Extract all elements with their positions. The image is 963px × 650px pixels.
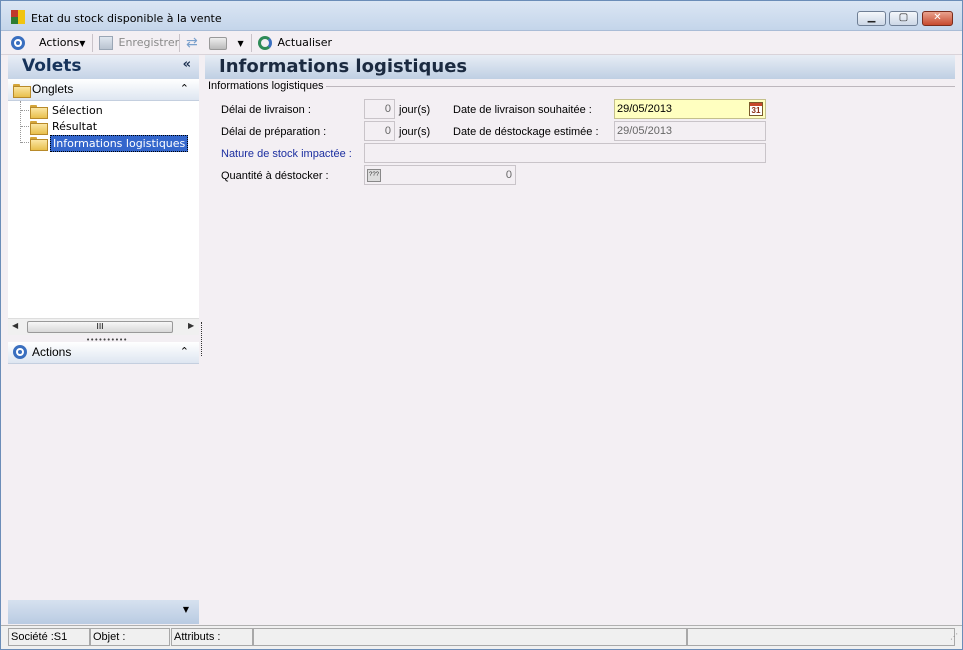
toolbar-separator: [179, 34, 180, 52]
tree-item-label: Informations logistiques: [50, 135, 189, 152]
date-livraison-field[interactable]: 29/05/2013 31: [614, 99, 766, 119]
date-destockage-label: Date de déstockage estimée :: [453, 126, 599, 138]
refresh-button-label: Actualiser: [277, 36, 333, 49]
date-destockage-field: 29/05/2013: [614, 121, 766, 141]
scroll-grip-label: III: [96, 322, 104, 331]
onglets-label: Onglets: [32, 82, 74, 96]
section-title: Informations logistiques: [219, 56, 468, 77]
actions-circle-icon: [13, 345, 27, 359]
app-window: Etat du stock disponible à la vente ▁ ▢ …: [0, 0, 963, 650]
horizontal-scrollbar[interactable]: ◀ III ▶: [8, 318, 199, 335]
collapse-panel-icon[interactable]: «: [183, 57, 191, 72]
folder-icon: [30, 105, 48, 119]
volets-header: Volets «: [8, 55, 199, 79]
quantity-unit-icon[interactable]: ???: [367, 169, 381, 182]
date-livraison-value: 29/05/2013: [617, 103, 673, 115]
save-button-label: Enregistrer: [118, 36, 180, 49]
maximize-button[interactable]: ▢: [889, 11, 918, 26]
nature-stock-field[interactable]: [364, 143, 766, 163]
tree-item-label: Sélection: [52, 104, 103, 117]
chevron-down-icon[interactable]: ▼: [183, 605, 189, 614]
actions-group-label: Actions: [32, 345, 72, 359]
folder-icon: [13, 84, 31, 98]
dropdown-arrow-icon: ▼: [237, 39, 244, 48]
collapse-up-icon[interactable]: ⌃: [180, 82, 189, 95]
status-bar: Société :S1 Objet : Attributs : ⋰: [1, 625, 962, 649]
tree-item-resultat[interactable]: Résultat: [21, 119, 191, 135]
delai-preparation-unit: jour(s): [399, 126, 431, 138]
toolbar-separator: [251, 34, 252, 52]
scroll-left-icon[interactable]: ◀: [12, 321, 18, 330]
minimize-button[interactable]: ▁: [857, 11, 886, 26]
calendar-icon[interactable]: 31: [749, 102, 763, 116]
volets-title: Volets: [22, 56, 82, 76]
delai-preparation-label: Délai de préparation :: [221, 126, 327, 138]
delai-livraison-label: Délai de livraison :: [221, 104, 311, 116]
status-attributs: Attributs :: [171, 628, 253, 646]
close-button[interactable]: ✕: [922, 11, 953, 26]
delai-livraison-field[interactable]: 0: [364, 99, 395, 119]
toolbar: Actions▼ Enregistrer ⇄ ▼ Actualiser: [1, 31, 962, 55]
printer-icon: [209, 36, 227, 50]
status-empty-cell: [687, 628, 955, 646]
app-icon: [11, 10, 27, 26]
scrollbar-thumb[interactable]: III: [27, 321, 173, 333]
nature-stock-label[interactable]: Nature de stock impactée :: [221, 148, 352, 160]
quantite-value: 0: [505, 169, 512, 181]
tree-item-informations-logistiques[interactable]: Informations logistiques: [21, 135, 199, 152]
scroll-right-icon[interactable]: ▶: [188, 321, 194, 330]
left-panel: Volets « Onglets ⌃ Sélection Résultat In…: [8, 55, 199, 624]
refresh-icon: [258, 36, 272, 50]
section-header: Informations logistiques: [205, 55, 955, 79]
tabs-tree: Sélection Résultat Informations logistiq…: [8, 101, 199, 318]
quantite-field[interactable]: ??? 0: [364, 165, 516, 185]
tree-item-selection[interactable]: Sélection: [21, 103, 191, 119]
open-folder-icon: [30, 137, 48, 151]
actions-menu-label: Actions: [39, 36, 80, 49]
date-livraison-label: Date de livraison souhaitée :: [453, 104, 592, 116]
actions-menu[interactable]: Actions▼: [39, 35, 85, 51]
resize-grip-icon[interactable]: ⋰: [950, 632, 958, 641]
save-icon: [99, 36, 113, 50]
status-objet: Objet :: [90, 628, 170, 646]
refresh-button[interactable]: Actualiser: [258, 35, 332, 51]
title-bar: Etat du stock disponible à la vente ▁ ▢ …: [1, 1, 962, 31]
dropdown-arrow-icon: ▼: [79, 39, 86, 48]
sync-icon[interactable]: ⇄: [186, 35, 198, 51]
collapse-up-icon[interactable]: ⌃: [180, 345, 189, 358]
splitter-line[interactable]: [201, 322, 202, 356]
tree-item-label: Résultat: [52, 120, 98, 133]
left-panel-footer: ▼: [8, 600, 199, 624]
save-button[interactable]: Enregistrer: [99, 35, 179, 51]
status-societe: Société :S1: [8, 628, 90, 646]
toolbar-separator: [92, 34, 93, 52]
folder-icon: [30, 121, 48, 135]
actions-group-header[interactable]: Actions ⌃: [8, 342, 199, 364]
main-content: Informations logistiques Informations lo…: [205, 55, 955, 624]
fieldset-label: Informations logistiques: [208, 80, 326, 92]
window-title: Etat du stock disponible à la vente: [31, 12, 222, 25]
calendar-icon-day: 31: [751, 106, 761, 115]
delai-livraison-unit: jour(s): [399, 104, 431, 116]
onglets-group-header[interactable]: Onglets ⌃: [8, 79, 199, 101]
delai-preparation-field[interactable]: 0: [364, 121, 395, 141]
actions-circle-icon[interactable]: [11, 35, 25, 51]
print-button[interactable]: ▼: [209, 35, 244, 51]
quantite-label: Quantité à déstocker :: [221, 170, 329, 182]
status-empty-cell: [253, 628, 687, 646]
